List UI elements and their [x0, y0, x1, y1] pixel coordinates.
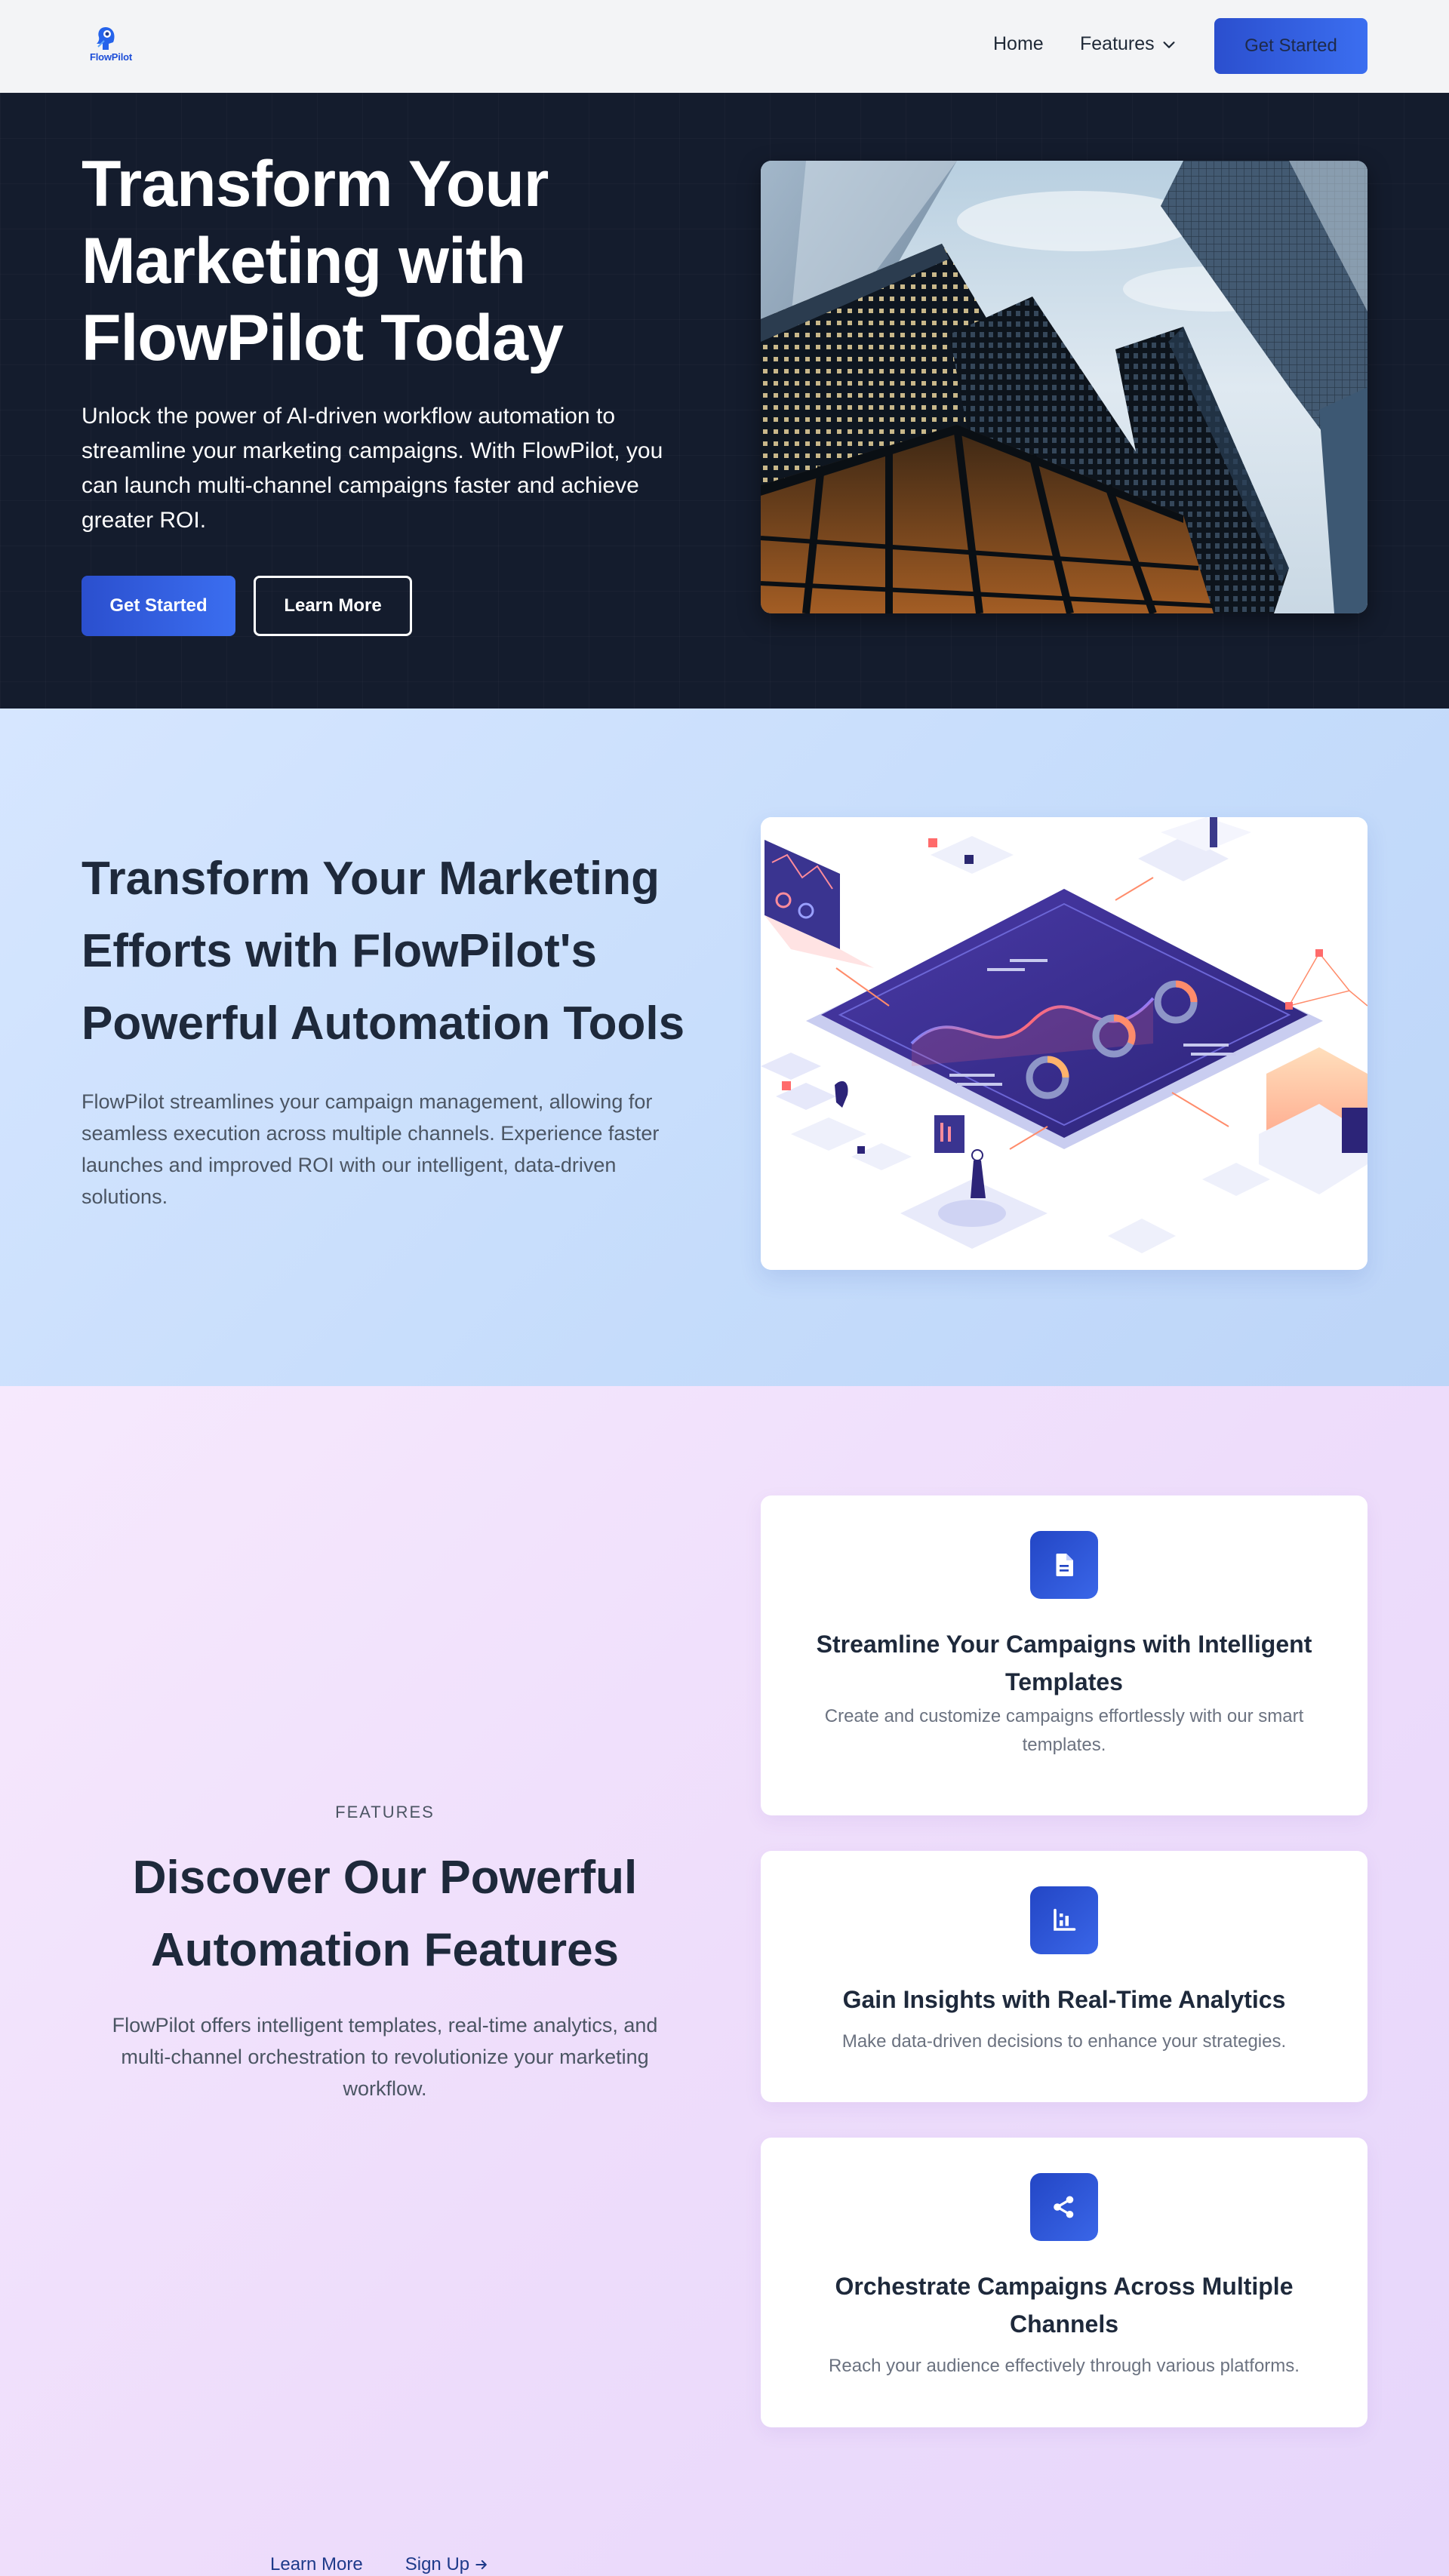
nav-get-started-button[interactable]: Get Started — [1214, 18, 1367, 74]
learn-more-label: Learn More — [270, 2554, 363, 2574]
nav-features-dropdown[interactable]: Features — [1080, 33, 1177, 55]
skyscrapers-image — [761, 161, 1367, 613]
card-desc: Make data-driven decisions to enhance yo… — [841, 2031, 1287, 2052]
skyscrapers-illustration — [761, 161, 1367, 613]
nav-home-link[interactable]: Home — [993, 33, 1044, 55]
logo[interactable]: FlowPilot — [85, 26, 137, 65]
section2-title: Transform Your Marketing Efforts with Fl… — [82, 853, 685, 1050]
isometric-dashboard-illustration — [761, 817, 1367, 1270]
card-title: Gain Insights with Real-Time Analytics — [842, 1986, 1286, 2013]
isometric-dashboard-image — [761, 817, 1367, 1270]
hero-get-started-button[interactable]: Get Started — [82, 576, 235, 636]
features-links: Learn More Sign Up — [270, 2554, 489, 2575]
features-label: FEATURES — [335, 1803, 435, 1821]
hero-section: Transform Your Marketing with FlowPilot … — [0, 93, 1449, 709]
card-desc: Create and customize campaigns effortles… — [824, 1706, 1304, 1755]
hero-learn-more-button[interactable]: Learn More — [254, 576, 412, 636]
document-icon — [1030, 1531, 1098, 1599]
features-text: FlowPilot offers intelligent templates, … — [112, 2014, 658, 2100]
arrow-right-icon — [475, 2560, 487, 2569]
automation-tools-section: Transform Your Marketing Efforts with Fl… — [0, 709, 1449, 1386]
card-desc: Reach your audience effectively through … — [829, 2356, 1300, 2376]
nav-features-label: Features — [1080, 33, 1155, 54]
features-title: Discover Our Powerful Automation Feature… — [132, 1852, 638, 1976]
logo-text: FlowPilot — [90, 51, 132, 63]
sign-up-link[interactable]: Sign Up — [405, 2554, 489, 2575]
top-navbar: FlowPilot Home Features Get Started — [0, 0, 1449, 93]
learn-more-link[interactable]: Learn More — [270, 2554, 363, 2575]
hero-title: Transform Your Marketing with FlowPilot … — [82, 148, 564, 374]
chart-icon — [1030, 1886, 1098, 1954]
feature-card-templates[interactable]: Streamline Your Campaigns with Intellige… — [761, 1495, 1367, 1815]
share-icon — [1030, 2173, 1098, 2241]
card-title: Orchestrate Campaigns Across Multiple Ch… — [835, 2273, 1294, 2338]
feature-card-analytics[interactable]: Gain Insights with Real-Time Analytics M… — [761, 1851, 1367, 2102]
card-title: Streamline Your Campaigns with Intellige… — [816, 1631, 1312, 1695]
sign-up-label: Sign Up — [405, 2554, 470, 2574]
section2-text: FlowPilot streamlines your campaign mana… — [82, 1090, 660, 1208]
hero-subtitle: Unlock the power of AI-driven workflow a… — [82, 404, 663, 533]
feature-card-orchestration[interactable]: Orchestrate Campaigns Across Multiple Ch… — [761, 2138, 1367, 2427]
logo-icon — [97, 27, 115, 50]
features-section: FEATURES Discover Our Powerful Automatio… — [0, 1386, 1449, 2576]
chevron-down-icon — [1163, 41, 1175, 48]
